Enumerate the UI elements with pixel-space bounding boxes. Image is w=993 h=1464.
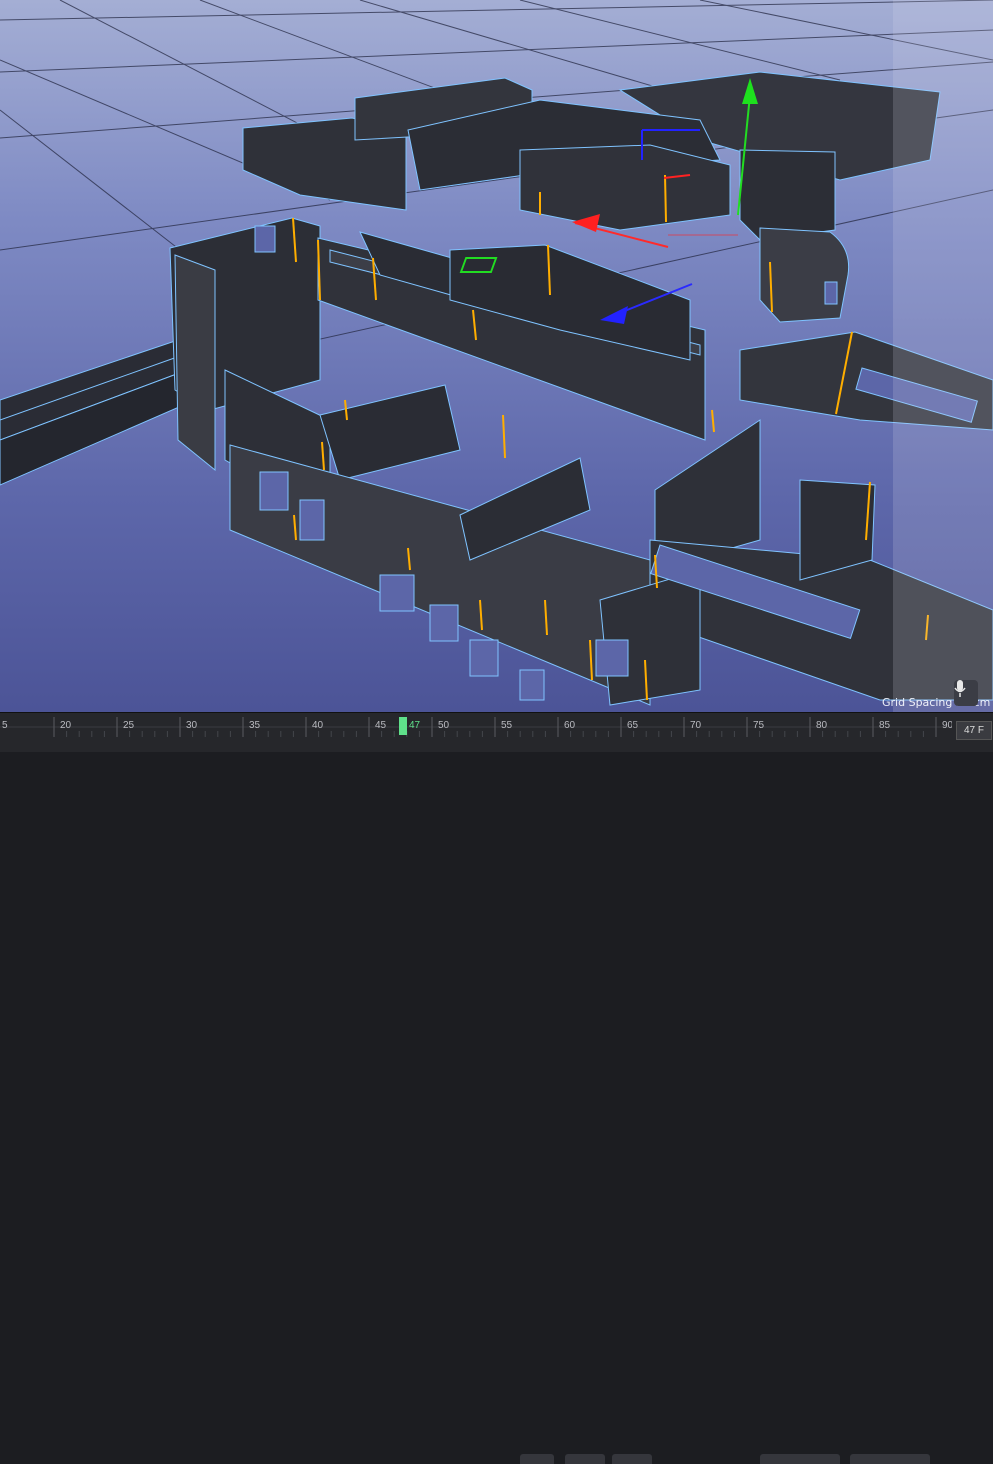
timeline-tick-label: 25 [123, 720, 135, 731]
timeline-ruler[interactable]: 5 20 25 30 35 40 45 50 55 60 65 70 75 80 85 90 47 [0, 713, 952, 741]
control-button[interactable] [850, 1454, 930, 1464]
timeline-tick-label: 20 [60, 720, 72, 731]
control-button[interactable] [565, 1454, 605, 1464]
timeline-controls [0, 1454, 993, 1464]
timeline-tick-label: 90 [942, 720, 952, 731]
microphone-button[interactable] [954, 680, 978, 706]
timeline-tick-label: 30 [186, 720, 198, 731]
control-button[interactable] [520, 1454, 554, 1464]
control-button[interactable] [760, 1454, 840, 1464]
timeline-tick-label: 40 [312, 720, 324, 731]
timeline-bar[interactable]: 5 20 25 30 35 40 45 50 55 60 65 70 75 80 85 90 47 [0, 712, 993, 1464]
control-button[interactable] [612, 1454, 652, 1464]
timeline-tick-label: 85 [879, 720, 891, 731]
timeline-tick-label: 80 [816, 720, 828, 731]
timeline-tick-label: 60 [564, 720, 576, 731]
scene-canvas[interactable] [0, 0, 993, 712]
timeline-tick-label: 35 [249, 720, 261, 731]
playhead-frame-label: 47 [409, 720, 421, 731]
timeline-tick-label: 55 [501, 720, 513, 731]
timeline-tick-label: 5 [2, 720, 8, 731]
playhead-marker[interactable] [399, 717, 407, 735]
timeline-tick-label: 70 [690, 720, 702, 731]
timeline-tick-label: 50 [438, 720, 450, 731]
current-frame-field[interactable]: 47 F [956, 721, 992, 740]
viewport-right-panel-overlay [893, 0, 993, 712]
microphone-icon [954, 680, 966, 697]
timeline-tick-label: 45 [375, 720, 387, 731]
3d-viewport[interactable]: Grid Spacing : 5 cm [0, 0, 993, 712]
timeline-tick-label: 75 [753, 720, 765, 731]
timeline-tick-label: 65 [627, 720, 639, 731]
left-walkway [0, 339, 187, 486]
